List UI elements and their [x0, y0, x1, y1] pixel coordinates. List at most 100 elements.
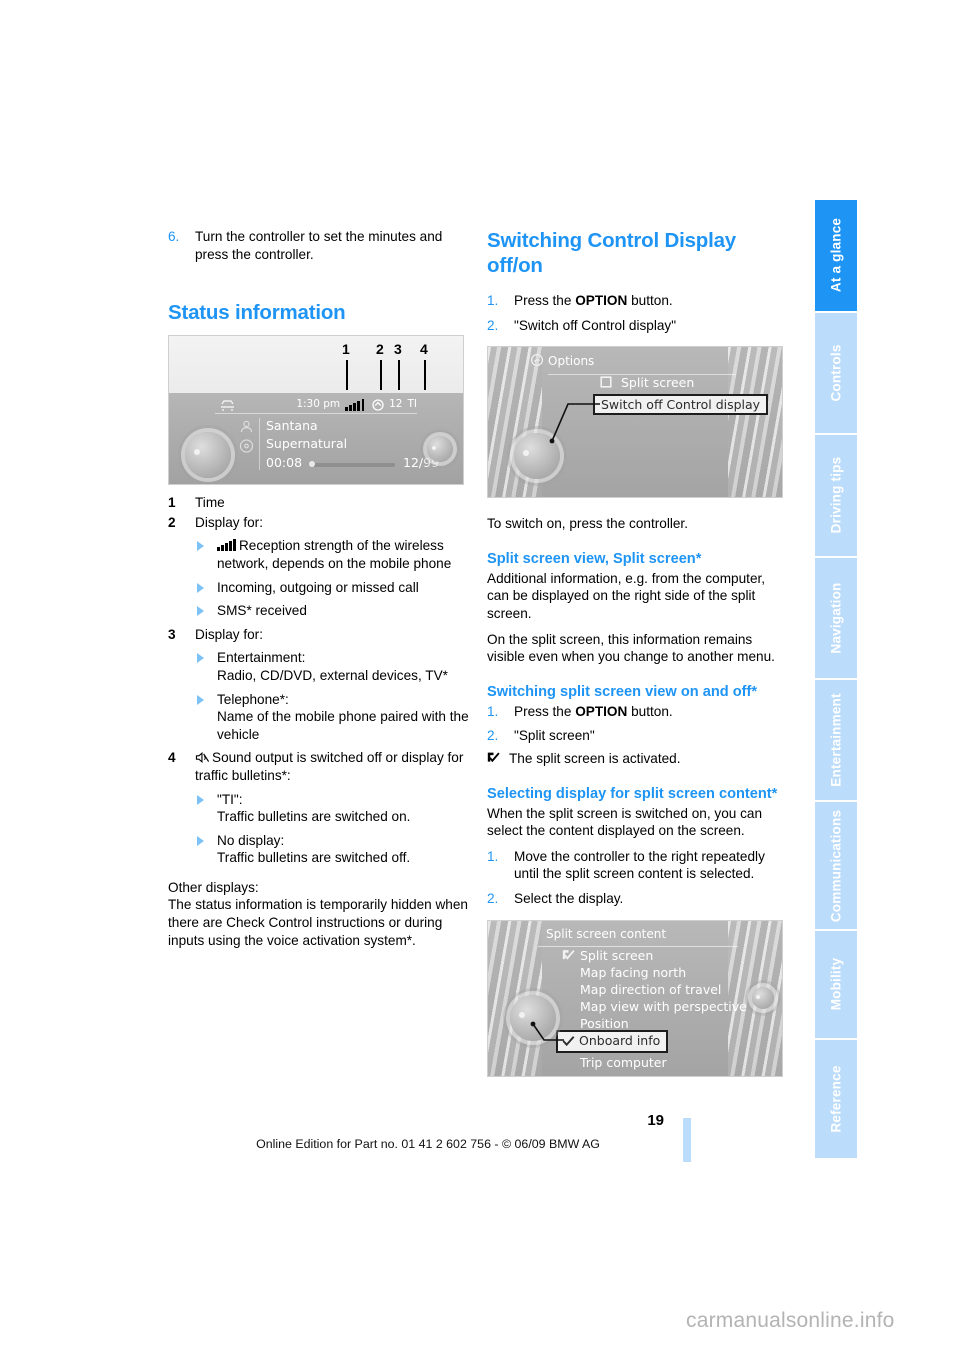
step-text-pre: Press the [514, 293, 576, 308]
sidebar-item-label: Controls [828, 344, 844, 402]
bullet-detail: Traffic bulletins are switched on. [217, 809, 411, 825]
page-title-status-information: Status information [168, 301, 346, 325]
legend-2-bullets: Reception strength of the wireless netwo… [195, 537, 470, 619]
sidebar-item-label: At a glance [828, 218, 844, 293]
sidebar-item-label: Communications [828, 809, 844, 922]
now-playing-artist: Santana [266, 418, 318, 434]
sidebar-item-reference[interactable]: Reference [815, 1039, 857, 1158]
sidebar-item-label: Entertainment [828, 693, 844, 787]
controller-knob-left[interactable] [185, 432, 231, 479]
callout-leader-3 [398, 360, 400, 391]
bullet-telephone: Telephone*: Name of the mobile phone pai… [195, 691, 470, 744]
bullet-sms-received: SMS* received [195, 602, 470, 620]
step-text: "Split screen" [514, 728, 595, 744]
bullet-title: "TI": [217, 791, 243, 807]
triangle-bullet-icon [197, 582, 204, 593]
split-menu-item-onboard-info[interactable]: Onboard info [556, 1029, 669, 1054]
legend-4-text: Sound output is switched off or display … [195, 750, 464, 783]
bullet-text: SMS* received [217, 603, 307, 619]
other-displays-text: The status information is temporarily hi… [168, 897, 468, 948]
mute-icon [195, 752, 210, 764]
checked-box-icon [562, 949, 575, 960]
signal-strength-icon [217, 539, 236, 552]
checked-box-icon [487, 752, 500, 763]
option-button-label: OPTION [575, 293, 628, 308]
callout-leader-4 [424, 360, 426, 391]
controller-knob-right[interactable] [427, 436, 453, 463]
sidebar-item-label: Mobility [828, 957, 844, 1011]
sidebar-item-communications[interactable]: Communications [815, 802, 857, 929]
callout-leader-1 [346, 360, 348, 391]
controller-knob-right[interactable] [752, 986, 774, 1009]
sidebar-item-label: Reference [828, 1065, 844, 1133]
sidebar-item-mobility[interactable]: Mobility [815, 930, 857, 1038]
step-text-pre: Press the [514, 703, 576, 719]
result-split-screen-activated: The split screen is activated. [487, 750, 789, 768]
bullet-text: Incoming, outgoing or missed call [217, 579, 419, 595]
options-menu-title: Options [548, 351, 736, 375]
step-number: 1. [487, 848, 499, 864]
status-item-12: 12 [389, 397, 403, 410]
signal-strength-icon [345, 398, 365, 411]
status-divider [215, 413, 417, 415]
step-text-post: button. [627, 293, 673, 308]
track-elapsed: 00:08 [266, 455, 303, 471]
sidebar-item-entertainment[interactable]: Entertainment [815, 680, 857, 801]
subheading-split-screen-view: Split screen view, Split screen* [487, 550, 702, 567]
idrive-status-bar: 1:30 pm 12 TI [209, 395, 417, 414]
figure-split-screen-content: Split screen content Split screen Map fa… [487, 919, 783, 1077]
split-menu-item-map-view-with-perspective[interactable]: Map view with perspective [580, 998, 747, 1015]
split-menu-item-label: Onboard info [579, 1032, 661, 1048]
split-menu-item-map-direction-of-travel[interactable]: Map direction of travel [580, 981, 721, 998]
callout-leader-line [549, 403, 600, 444]
split-screen-paragraph-2: On the split screen, this information re… [487, 631, 775, 665]
step-1-press-option-split: 1. Press the OPTION button. [487, 703, 789, 721]
split-menu-item-trip-computer[interactable]: Trip computer [580, 1054, 667, 1071]
split-screen-menu-title: Split screen content [538, 924, 738, 948]
legend-number: 2 [168, 514, 176, 530]
split-menu-item-split-screen[interactable]: Split screen [580, 947, 653, 964]
option-button-label: OPTION [575, 703, 628, 719]
legend-item-4: 4 Sound output is switched off or displa… [168, 749, 470, 784]
site-watermark: carmanualsonline.info [686, 1309, 895, 1332]
traffic-info-icon [372, 399, 384, 411]
legend-text: Display for: [195, 514, 263, 530]
legend-item-3: 3 Display for: [168, 626, 470, 644]
artist-icon [240, 420, 253, 433]
callout-1: 1 [342, 341, 350, 358]
bullet-detail: Traffic bulletins are switched off. [217, 850, 411, 866]
page-number: 19 [647, 1112, 664, 1129]
sidebar-item-at-a-glance[interactable]: At a glance [815, 200, 857, 311]
split-menu-item-map-facing-north[interactable]: Map facing north [580, 964, 686, 981]
now-playing-track: Supernatural [266, 436, 348, 452]
callout-3: 3 [394, 341, 402, 358]
result-text: The split screen is activated. [509, 750, 681, 766]
options-menu-item-switch-off-control-display[interactable]: Switch off Control display [593, 394, 769, 416]
sidebar-item-navigation[interactable]: Navigation [815, 557, 857, 678]
legend-number: 3 [168, 626, 176, 642]
left-text-column: 6. Turn the controller to set the minute… [168, 228, 470, 949]
step-2-select-display: 2. Select the display. [487, 890, 789, 908]
step-text: "Switch off Control display" [514, 317, 677, 333]
sidebar-item-controls[interactable]: Controls [815, 312, 857, 434]
sidebar-item-driving-tips[interactable]: Driving tips [815, 435, 857, 556]
legend-3-bullets: Entertainment: Radio, CD/DVD, external d… [195, 649, 470, 743]
callout-leader-line [530, 1021, 564, 1041]
step-1-move-controller: 1. Move the controller to the right repe… [487, 848, 789, 883]
legend-item-2: 2 Display for: [168, 514, 470, 532]
bullet-detail: Name of the mobile phone paired with the… [217, 709, 469, 742]
options-menu-item-split-screen[interactable]: Split screen [621, 374, 694, 391]
options-gear-icon [530, 354, 544, 367]
triangle-bullet-icon [197, 653, 204, 664]
triangle-bullet-icon [197, 835, 204, 846]
bullet-ti-off: No display: Traffic bulletins are switch… [195, 832, 470, 867]
callout-leader-2 [380, 360, 382, 391]
section-tab-strip: At a glance Controls Driving tips Naviga… [815, 200, 857, 1160]
figure-status-information: 1 2 3 4 1:30 pm 12 TI Santana Supernatur… [168, 335, 464, 486]
subheading-switching-split-screen: Switching split screen view on and off* [487, 683, 758, 700]
legend-number: 4 [168, 750, 176, 766]
callout-4: 4 [420, 341, 428, 358]
split-screen-paragraph-1: Additional information, e.g. from the co… [487, 570, 766, 621]
other-displays-label: Other displays: [168, 879, 259, 895]
bullet-title: No display: [217, 832, 285, 848]
